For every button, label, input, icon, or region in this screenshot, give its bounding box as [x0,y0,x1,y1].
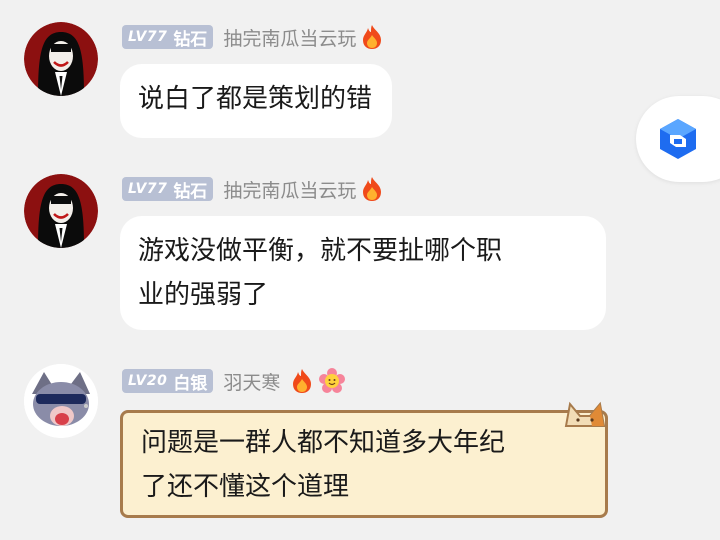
username[interactable]: 抽完南瓜当云玩 [223,176,356,203]
level-label: LV77 [128,29,168,45]
smiley-flower-icon [319,368,346,393]
message-text-line: 业的强弱了 [138,280,269,310]
avatar[interactable] [24,22,98,96]
message-bubble[interactable]: 问题是一群人都不知道多大年纪 了还不懂这个道理 [120,410,608,518]
username[interactable]: 抽完南瓜当云玩 [223,24,356,51]
message-meta: LV77 钻石 抽完南瓜当云玩 [122,176,384,202]
username[interactable]: 羽天寒 [223,368,280,395]
message-text-line: 了还不懂这个道理 [141,472,350,502]
level-badge: LV77 钻石 [122,177,214,202]
message-text: 说白了都是策划的错 [138,84,373,114]
level-badge: LV77 钻石 [122,25,214,50]
floating-app-button[interactable] [636,96,720,182]
message-text-line: 问题是一群人都不知道多大年纪 [141,428,506,458]
cat-decoration-icon [564,401,606,427]
rank-label: 钻石 [173,29,208,50]
avatar[interactable] [24,364,98,438]
level-label: LV20 [128,373,168,389]
rank-label: 钻石 [173,181,208,202]
rank-label: 白银 [173,373,208,394]
fire-icon [363,25,382,49]
message-meta: LV77 钻石 抽完南瓜当云玩 [122,24,384,50]
fire-icon [363,177,382,201]
level-badge: LV20 白银 [122,369,214,394]
fire-icon [293,369,312,393]
level-label: LV77 [128,181,168,197]
message-text-line: 游戏没做平衡，就不要扯哪个职 [138,236,503,266]
message-bubble[interactable]: 说白了都是策划的错 [120,64,393,138]
app-logo-icon [660,119,696,159]
message-meta: LV20 白银 羽天寒 [122,368,346,394]
avatar[interactable] [24,174,98,248]
message-bubble[interactable]: 游戏没做平衡，就不要扯哪个职 业的强弱了 [120,216,606,330]
